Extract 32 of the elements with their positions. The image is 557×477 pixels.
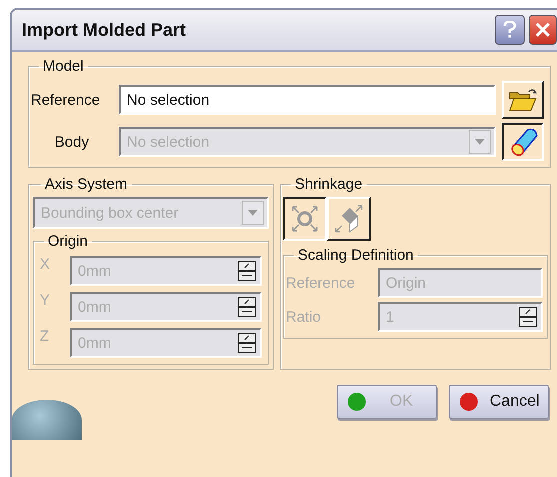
spinner-icon bbox=[238, 333, 256, 353]
close-icon bbox=[535, 22, 551, 38]
globe-drawing bbox=[12, 400, 82, 440]
field-label: Ratio bbox=[286, 308, 322, 326]
select-body-button[interactable] bbox=[502, 123, 544, 161]
folder-icon bbox=[508, 87, 538, 113]
group-title: Model bbox=[42, 58, 85, 75]
browse-button[interactable] bbox=[502, 81, 544, 119]
coordinate-label: Y bbox=[39, 292, 52, 309]
uniform-scale-icon bbox=[290, 204, 320, 234]
status-ball-icon bbox=[460, 393, 478, 411]
coordinate-label: Z bbox=[39, 328, 50, 345]
close-button[interactable] bbox=[529, 15, 557, 45]
help-icon bbox=[503, 21, 517, 39]
affinity-scale-icon bbox=[334, 204, 364, 234]
group-title: Shrinkage bbox=[294, 176, 364, 193]
status-ball-icon bbox=[348, 393, 366, 411]
field-label: Reference bbox=[31, 92, 102, 108]
reference-field[interactable]: No selection bbox=[119, 85, 496, 115]
window-title: Import Molded Part bbox=[22, 20, 186, 40]
field-label: Reference bbox=[286, 274, 356, 292]
spinner-icon bbox=[238, 261, 256, 281]
help-button[interactable] bbox=[495, 15, 525, 45]
field-label: Body bbox=[54, 134, 90, 150]
group-title: Origin bbox=[47, 233, 90, 250]
shrinkage-mode-button[interactable] bbox=[283, 197, 327, 241]
group-title: Scaling Definition bbox=[297, 247, 415, 264]
spinner-icon bbox=[519, 307, 537, 327]
group-title: Axis System bbox=[44, 176, 129, 193]
cancel-button[interactable]: Cancel bbox=[449, 385, 549, 419]
coordinate-label: X bbox=[39, 256, 52, 273]
spinner-icon bbox=[238, 297, 256, 317]
